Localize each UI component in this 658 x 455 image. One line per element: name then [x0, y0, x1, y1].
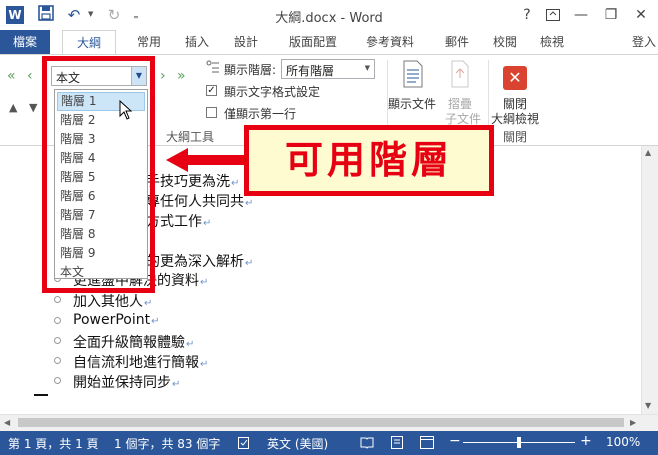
read-mode-icon[interactable] [360, 436, 374, 452]
promote-to-heading-1-icon[interactable]: « [7, 68, 16, 84]
document-line[interactable]: 開始並保持同步↵ [73, 372, 180, 392]
zoom-level[interactable]: 100% [606, 435, 640, 449]
show-level-icon [206, 60, 220, 74]
tab-references[interactable]: 參考資料 [360, 30, 420, 54]
demote-to-body-icon[interactable]: » [177, 68, 186, 84]
tab-review[interactable]: 校閱 [488, 30, 522, 54]
document-line[interactable]: 自信流利地進行簡報↵ [73, 352, 208, 372]
outline-bullet[interactable] [54, 377, 61, 384]
document-line[interactable]: 全面升級簡報體驗↵ [73, 332, 194, 352]
sign-in-link[interactable]: 登入 [632, 30, 656, 54]
tab-outline[interactable]: 大綱 [62, 30, 116, 55]
scroll-down-icon[interactable]: ▼ [645, 401, 651, 410]
show-level-label: 顯示階層: [224, 63, 277, 77]
scroll-right-icon[interactable]: ▶ [630, 418, 636, 427]
close-button[interactable]: ✕ [628, 4, 654, 26]
annotation-highlight-frame [42, 56, 155, 293]
outline-bullet[interactable] [54, 337, 61, 344]
tab-file[interactable]: 檔案 [0, 30, 50, 54]
title-bar: W ↶ ▼ ↻ ‗ 大綱.docx - Word ? — ❐ ✕ [0, 0, 658, 30]
tab-view[interactable]: 檢視 [535, 30, 569, 54]
chevron-down-icon[interactable]: ▼ [365, 64, 370, 72]
end-of-document-marker [34, 394, 48, 396]
move-down-icon[interactable]: ▼ [29, 101, 37, 114]
collapse-subdocuments-icon [450, 60, 470, 91]
language-indicator[interactable]: 英文 (美國) [267, 435, 328, 452]
scroll-left-icon[interactable]: ◀ [4, 418, 10, 427]
show-text-formatting-checkbox[interactable]: ✓ [206, 85, 217, 96]
outline-bullet[interactable] [54, 296, 61, 303]
help-button[interactable]: ? [514, 4, 540, 26]
outline-tools-group-label: 大綱工具 [166, 130, 215, 144]
minimize-button[interactable]: — [568, 4, 594, 26]
close-outline-view-icon[interactable]: ✕ [503, 66, 527, 90]
proofing-icon[interactable] [238, 436, 251, 449]
show-level-select[interactable]: 所有階層 ▼ [281, 59, 375, 79]
close-outline-view-button-line2[interactable]: 大綱檢視 [491, 110, 539, 127]
show-document-button[interactable]: 顯示文件 [388, 95, 436, 112]
scroll-up-icon[interactable]: ▲ [645, 148, 651, 157]
demote-icon[interactable]: › [160, 68, 166, 84]
zoom-in-button[interactable]: + [580, 433, 592, 449]
tab-insert[interactable]: 插入 [180, 30, 214, 54]
document-line[interactable]: 專任何人共同共↵ [146, 191, 253, 211]
outline-bullet[interactable] [54, 357, 61, 364]
document-line[interactable]: 的更為深入解析↵ [146, 251, 253, 271]
tab-design[interactable]: 設計 [229, 30, 263, 54]
outline-bullet[interactable] [54, 317, 61, 324]
show-document-icon[interactable] [402, 60, 424, 91]
print-layout-icon[interactable] [391, 436, 403, 452]
page-count[interactable]: 第 1 頁，共 1 頁 [8, 435, 99, 452]
show-first-line-only-checkbox[interactable] [206, 107, 217, 118]
status-bar: 第 1 頁，共 1 頁 1 個字，共 83 個字 英文 (美國) − + 100… [0, 431, 658, 455]
close-group-label: 關閉 [503, 130, 528, 144]
document-line[interactable]: 方式工作↵ [146, 211, 211, 231]
word-count[interactable]: 1 個字，共 83 個字 [114, 435, 220, 452]
tab-layout[interactable]: 版面配置 [283, 30, 343, 54]
annotation-callout: 可用階層 [244, 125, 494, 196]
document-line[interactable]: PowerPoint↵ [73, 312, 159, 328]
annotation-arrow [166, 146, 248, 177]
show-level-value: 所有階層 [286, 64, 335, 78]
tab-home[interactable]: 常用 [132, 30, 166, 54]
horizontal-scroll-thumb[interactable] [18, 418, 624, 427]
zoom-out-button[interactable]: − [449, 433, 461, 449]
horizontal-scrollbar[interactable]: ◀ ▶ [0, 414, 658, 431]
restore-button[interactable]: ❐ [598, 4, 624, 26]
move-up-icon[interactable]: ▲ [9, 101, 17, 114]
ribbon-display-options-icon[interactable] [540, 4, 566, 26]
tab-mailings[interactable]: 郵件 [440, 30, 474, 54]
show-text-formatting-label: 顯示文字格式設定 [224, 85, 321, 99]
zoom-slider-thumb[interactable] [517, 437, 521, 448]
document-line[interactable]: 加入其他人↵ [73, 291, 152, 311]
show-first-line-only-label: 僅顯示第一行 [224, 107, 297, 121]
promote-icon[interactable]: ‹ [27, 68, 33, 84]
web-layout-icon[interactable] [420, 436, 434, 452]
vertical-scrollbar[interactable]: ▲ ▼ [641, 146, 658, 414]
